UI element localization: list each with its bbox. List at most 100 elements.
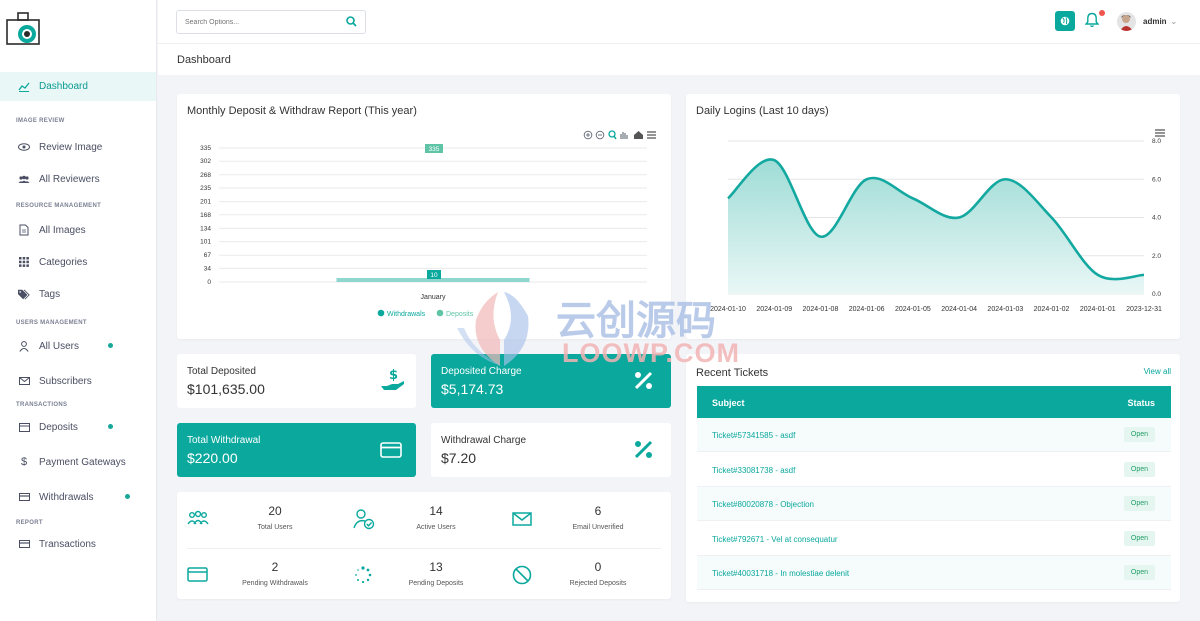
sidebar-item-all-users[interactable]: All Users [0, 330, 156, 362]
sidebar-item-transactions[interactable]: Transactions [0, 528, 156, 560]
y-tick-label: 67 [204, 252, 212, 259]
y-tick-label: 335 [200, 145, 211, 152]
stat-withdrawal-charge: Withdrawal Charge $7.20 [431, 423, 671, 477]
table-row[interactable]: Ticket#792671 - Vel at consequatur Open [697, 522, 1171, 556]
data-label: 10 [430, 272, 438, 279]
summary-label: Rejected Deposits [569, 580, 627, 587]
stat-value: $7.20 [441, 450, 477, 466]
notification-dot [108, 343, 113, 348]
summary-value: 20 [268, 504, 282, 518]
tickets-card: Recent Tickets View all Subject Status T… [686, 354, 1180, 602]
ticket-link[interactable]: Ticket#33081738 - asdf [712, 466, 795, 475]
ticket-link[interactable]: Ticket#792671 - Vel at consequatur [712, 535, 838, 544]
file-icon [18, 224, 30, 236]
page-title: Dashboard [177, 54, 231, 66]
notification-badge [1099, 10, 1105, 16]
summary-email-unverified: 6 Email Unverified [553, 504, 643, 531]
y-tick-label: 0.0 [1152, 291, 1161, 298]
y-tick-label: 134 [200, 225, 211, 232]
summary-divider [187, 548, 661, 549]
users-icon [18, 173, 30, 185]
view-all-link[interactable]: View all [1144, 367, 1171, 376]
summary-label: Pending Deposits [408, 580, 464, 587]
summary-active-users: 14 Active Users [391, 504, 481, 531]
x-tick-label: 2024-01-02 [1034, 306, 1070, 313]
x-tick-label: 2024-01-01 [1080, 306, 1116, 313]
summary-value: 2 [271, 560, 279, 574]
status-badge: Open [1123, 496, 1155, 512]
legend-label: Deposits [446, 311, 474, 318]
page-header: Dashboard [158, 43, 1200, 75]
sidebar-item-dashboard[interactable]: Dashboard [0, 72, 156, 101]
search-input[interactable] [176, 10, 366, 34]
user-name[interactable]: admin [1143, 17, 1167, 26]
globe-button[interactable] [1055, 11, 1075, 31]
ban-icon [512, 565, 532, 585]
y-tick-label: 201 [200, 199, 211, 206]
table-row[interactable]: Ticket#40031718 - In molestiae delenit Op… [697, 556, 1171, 591]
y-tick-label: 235 [200, 185, 211, 192]
ticket-link[interactable]: Ticket#40031718 - In molestiae delenit [712, 569, 849, 578]
sidebar-item-label: Categories [39, 256, 88, 268]
summary-card: 20 Total Users 14 Active Users 6 Email Unve… [177, 492, 671, 599]
avatar[interactable] [1117, 12, 1136, 31]
user-icon [18, 340, 30, 352]
status-badge: Open [1123, 427, 1155, 442]
sidebar-item-label: Tags [39, 288, 61, 300]
status-badge: Open [1123, 530, 1155, 546]
percent-icon [634, 371, 653, 390]
y-tick-label: 0 [207, 279, 211, 286]
y-tick-label: 8.0 [1152, 138, 1161, 145]
bell-icon[interactable] [1085, 12, 1099, 28]
logo-icon[interactable] [6, 10, 42, 46]
x-tick-label: 2024-01-03 [987, 306, 1023, 313]
sidebar-item-review-image[interactable]: Review Image [0, 131, 156, 163]
tickets-title: Recent Tickets [696, 367, 769, 379]
ticket-link[interactable]: Ticket#80020878 - Objection [712, 500, 814, 509]
sidebar-item-withdrawals[interactable]: Withdrawals [0, 481, 156, 513]
sidebar-item-label: Subscribers [39, 375, 92, 387]
legend-marker-deposits [436, 309, 444, 317]
summary-label: Active Users [416, 524, 456, 531]
tickets-table-header: Subject Status [697, 386, 1171, 418]
users-group-icon [187, 510, 209, 525]
x-tick-label: 2024-01-05 [895, 306, 931, 313]
sidebar-item-all-reviewers[interactable]: All Reviewers [0, 163, 156, 195]
table-row[interactable]: Ticket#33081738 - asdf Open [697, 453, 1171, 487]
notification-dot [108, 424, 113, 429]
sidebar-item-label: Deposits [39, 421, 78, 433]
sidebar-item-all-images[interactable]: All Images [0, 214, 156, 246]
sidebar-item-subscribers[interactable]: Subscribers [0, 365, 156, 397]
hand-money-icon: $ [381, 368, 404, 390]
tags-icon [18, 288, 30, 300]
card-icon [18, 538, 30, 550]
sidebar-item-payment-gateways[interactable]: $ Payment Gateways [0, 446, 156, 478]
status-badge: Open [1123, 461, 1155, 477]
y-tick-label: 6.0 [1152, 176, 1161, 183]
ticket-link[interactable]: Ticket#57341585 - asdf [712, 431, 795, 440]
summary-pending-deposits: 13 Pending Deposits [391, 560, 481, 587]
table-row[interactable]: Ticket#57341585 - asdf Open [697, 418, 1171, 452]
sidebar-item-deposits[interactable]: Deposits [0, 411, 156, 443]
x-tick-label: 2024-01-04 [941, 306, 977, 313]
search-icon[interactable] [346, 16, 357, 27]
y-tick-label: 302 [200, 158, 211, 165]
sidebar-item-categories[interactable]: Categories [0, 246, 156, 278]
y-tick-label: 34 [204, 265, 212, 272]
table-row[interactable]: Ticket#80020878 - Objection Open [697, 487, 1171, 522]
chevron-down-icon[interactable]: ⌄ [1170, 16, 1178, 27]
summary-value: 0 [594, 560, 602, 574]
column-header-status: Status [1127, 398, 1155, 408]
deposit-chart-card: Monthly Deposit & Withdraw Report (This … [177, 94, 671, 339]
summary-label: Pending Withdrawals [242, 580, 308, 587]
summary-pending-withdrawals: 2 Pending Withdrawals [230, 560, 320, 587]
legend-label: Withdrawals [387, 311, 426, 318]
sidebar-item-tags[interactable]: Tags [0, 278, 156, 310]
column-header-subject: Subject [712, 398, 745, 408]
stat-total-deposited: Total Deposited $101,635.00 $ [177, 354, 416, 408]
y-tick-label: 168 [200, 212, 211, 219]
y-tick-label: 2.0 [1152, 253, 1161, 260]
percent-icon [634, 440, 653, 459]
y-tick-label: 4.0 [1152, 215, 1161, 222]
spinner-icon [355, 566, 372, 584]
